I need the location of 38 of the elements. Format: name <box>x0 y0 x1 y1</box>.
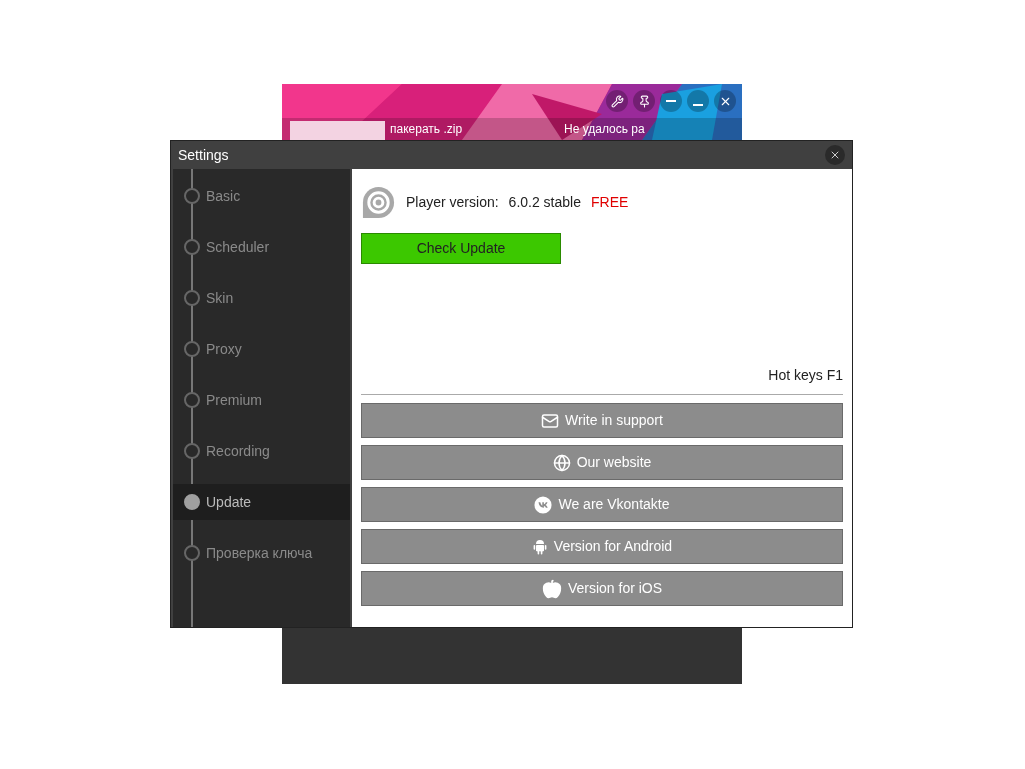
close-button[interactable] <box>825 145 845 165</box>
sidebar-item[interactable]: Premium <box>173 382 350 418</box>
link-button[interactable]: Version for iOS <box>361 571 843 606</box>
link-button[interactable]: We are Vkontakte <box>361 487 843 522</box>
check-update-button[interactable]: Check Update <box>361 233 561 264</box>
link-button[interactable]: Our website <box>361 445 843 480</box>
sidebar-item[interactable]: Scheduler <box>173 229 350 265</box>
sidebar-item[interactable]: Recording <box>173 433 350 469</box>
version-label: Player version: <box>406 193 499 212</box>
status-text: пакерать .zip <box>390 122 463 136</box>
status-text: Не удалось ра <box>564 122 645 136</box>
version-value: 6.0.2 stable <box>508 193 581 212</box>
envelope-icon <box>541 411 560 430</box>
minimize-button[interactable] <box>660 90 682 112</box>
pin-icon <box>637 94 651 108</box>
vk-icon <box>534 495 553 514</box>
close-button[interactable] <box>714 90 736 112</box>
android-icon <box>531 537 548 556</box>
sidebar-item[interactable]: Update <box>173 484 350 520</box>
sidebar-item[interactable]: Proxy <box>173 331 350 367</box>
sidebar-item[interactable]: Проверка ключа <box>173 535 350 571</box>
link-button[interactable]: Version for Android <box>361 529 843 564</box>
player-logo-icon <box>361 185 396 220</box>
sidebar-item[interactable]: Basic <box>173 178 350 214</box>
wrench-icon <box>610 94 624 108</box>
apple-icon <box>541 578 562 599</box>
window-title: Settings <box>178 145 229 165</box>
minus-icon <box>666 100 676 102</box>
globe-icon <box>552 453 571 472</box>
minus-icon <box>693 104 703 106</box>
hotkeys-text: Hot keys F1 <box>768 366 843 385</box>
minimize-button[interactable] <box>687 90 709 112</box>
edition-label: FREE <box>591 193 629 212</box>
link-button[interactable]: Write in support <box>361 403 843 438</box>
pin-button[interactable] <box>633 90 655 112</box>
settings-button[interactable] <box>606 90 628 112</box>
sidebar-item[interactable]: Skin <box>173 280 350 316</box>
close-icon <box>829 149 841 161</box>
